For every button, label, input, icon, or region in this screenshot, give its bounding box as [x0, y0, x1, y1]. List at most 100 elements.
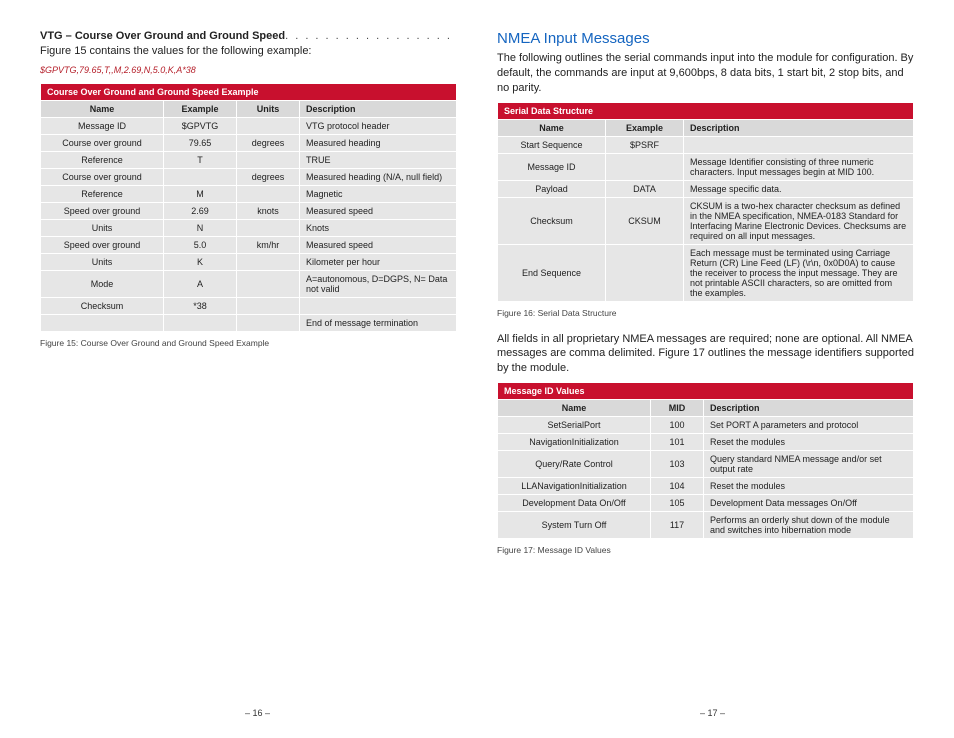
nmea-fields-note: All fields in all proprietary NMEA messa…: [497, 332, 914, 377]
table-row: ReferenceTTRUE: [41, 151, 457, 168]
cell-desc: Measured speed: [300, 202, 457, 219]
col-name: Name: [41, 100, 164, 117]
table-row: ModeAA=autonomous, D=DGPS, N= Data not v…: [41, 270, 457, 297]
table-row: UnitsNKnots: [41, 219, 457, 236]
table-row: Message ID$GPVTG VTG protocol header: [41, 117, 457, 134]
serial-table-title: Serial Data Structure: [498, 102, 914, 119]
col-desc: Description: [300, 100, 457, 117]
cell-name: Message ID: [41, 117, 164, 134]
cell-desc: VTG protocol header: [300, 117, 457, 134]
cell-name: Payload: [498, 180, 606, 197]
cell-name: System Turn Off: [498, 512, 651, 539]
cell-name: NavigationInitialization: [498, 434, 651, 451]
cell-example: 5.0: [164, 236, 237, 253]
table-row: LLANavigationInitialization104Reset the …: [498, 478, 914, 495]
cell-example: T: [164, 151, 237, 168]
cell-units: degrees: [237, 168, 300, 185]
cell-name: Checksum: [498, 197, 606, 244]
cell-desc: Message specific data.: [684, 180, 914, 197]
table-row: Query/Rate Control103Query standard NMEA…: [498, 451, 914, 478]
cell-name: End Sequence: [498, 244, 606, 301]
cell-example: $GPVTG: [164, 117, 237, 134]
cell-units: [237, 219, 300, 236]
cell-mid: 101: [651, 434, 704, 451]
cell-name: Reference: [41, 185, 164, 202]
cell-units: [237, 270, 300, 297]
cell-example: [606, 244, 684, 301]
cell-desc: Kilometer per hour: [300, 253, 457, 270]
cell-desc: Message Identifier consisting of three n…: [684, 153, 914, 180]
mid-table-title: Message ID Values: [498, 383, 914, 400]
cell-name: Course over ground: [41, 134, 164, 151]
cell-example: DATA: [606, 180, 684, 197]
col-example: Example: [164, 100, 237, 117]
cell-desc: Set PORT A parameters and protocol: [704, 417, 914, 434]
cell-name: Units: [41, 219, 164, 236]
cell-example: M: [164, 185, 237, 202]
table-row: Start Sequence$PSRF: [498, 136, 914, 153]
cell-name: Start Sequence: [498, 136, 606, 153]
cell-units: [237, 117, 300, 134]
cell-desc: Magnetic: [300, 185, 457, 202]
table-row: Checksum*38: [41, 297, 457, 314]
mid-col-mid: MID: [651, 400, 704, 417]
serial-data-table: Serial Data Structure Name Example Descr…: [497, 102, 914, 302]
vtg-title: VTG – Course Over Ground and Ground Spee…: [40, 30, 285, 42]
cell-example: [164, 168, 237, 185]
cell-example: [606, 153, 684, 180]
cell-desc: Reset the modules: [704, 478, 914, 495]
nmea-intro: The following outlines the serial comman…: [497, 51, 914, 96]
page-number-left: – 16 –: [245, 708, 270, 718]
cell-desc: CKSUM is a two-hex character checksum as…: [684, 197, 914, 244]
serial-col-example: Example: [606, 119, 684, 136]
vtg-table: Course Over Ground and Ground Speed Exam…: [40, 83, 457, 332]
cell-units: [237, 297, 300, 314]
cell-desc: Measured heading (N/A, null field): [300, 168, 457, 185]
page-number-right: – 17 –: [700, 708, 725, 718]
cell-mid: 100: [651, 417, 704, 434]
cell-mid: 104: [651, 478, 704, 495]
cell-desc: Knots: [300, 219, 457, 236]
cell-example: [164, 314, 237, 331]
cell-example: 2.69: [164, 202, 237, 219]
cell-desc: Measured heading: [300, 134, 457, 151]
cell-desc: Measured speed: [300, 236, 457, 253]
table-row: Course over ground degreesMeasured headin…: [41, 168, 457, 185]
cell-desc: [300, 297, 457, 314]
cell-name: Course over ground: [41, 168, 164, 185]
cell-name: Mode: [41, 270, 164, 297]
table-row: End of message termination: [41, 314, 457, 331]
cell-name: [41, 314, 164, 331]
table-row: System Turn Off117Performs an orderly sh…: [498, 512, 914, 539]
table-row: Message IDMessage Identifier consisting …: [498, 153, 914, 180]
cell-name: Speed over ground: [41, 236, 164, 253]
table-row: Development Data On/Off105Development Da…: [498, 495, 914, 512]
cell-name: Development Data On/Off: [498, 495, 651, 512]
cell-name: LLANavigationInitialization: [498, 478, 651, 495]
cell-units: degrees: [237, 134, 300, 151]
cell-example: 79.65: [164, 134, 237, 151]
vtg-example-string: $GPVTG,79.65,T,,M,2.69,N,5.0,K,A*38: [40, 65, 457, 75]
cell-mid: 103: [651, 451, 704, 478]
nmea-heading: NMEA Input Messages: [497, 30, 914, 47]
cell-example: $PSRF: [606, 136, 684, 153]
mid-table: Message ID Values Name MID Description S…: [497, 382, 914, 539]
cell-name: Speed over ground: [41, 202, 164, 219]
left-page: VTG – Course Over Ground and Ground Spee…: [40, 30, 457, 569]
cell-mid: 105: [651, 495, 704, 512]
serial-col-desc: Description: [684, 119, 914, 136]
mid-col-name: Name: [498, 400, 651, 417]
fig16-caption: Figure 16: Serial Data Structure: [497, 308, 914, 318]
cell-units: [237, 151, 300, 168]
table-row: PayloadDATAMessage specific data.: [498, 180, 914, 197]
vtg-table-title: Course Over Ground and Ground Speed Exam…: [41, 83, 457, 100]
table-row: ReferenceM Magnetic: [41, 185, 457, 202]
cell-units: [237, 185, 300, 202]
col-units: Units: [237, 100, 300, 117]
cell-units: km/hr: [237, 236, 300, 253]
table-row: Course over ground79.65degreesMeasured h…: [41, 134, 457, 151]
right-page: NMEA Input Messages The following outlin…: [497, 30, 914, 569]
cell-name: Query/Rate Control: [498, 451, 651, 478]
cell-desc: TRUE: [300, 151, 457, 168]
cell-example: *38: [164, 297, 237, 314]
